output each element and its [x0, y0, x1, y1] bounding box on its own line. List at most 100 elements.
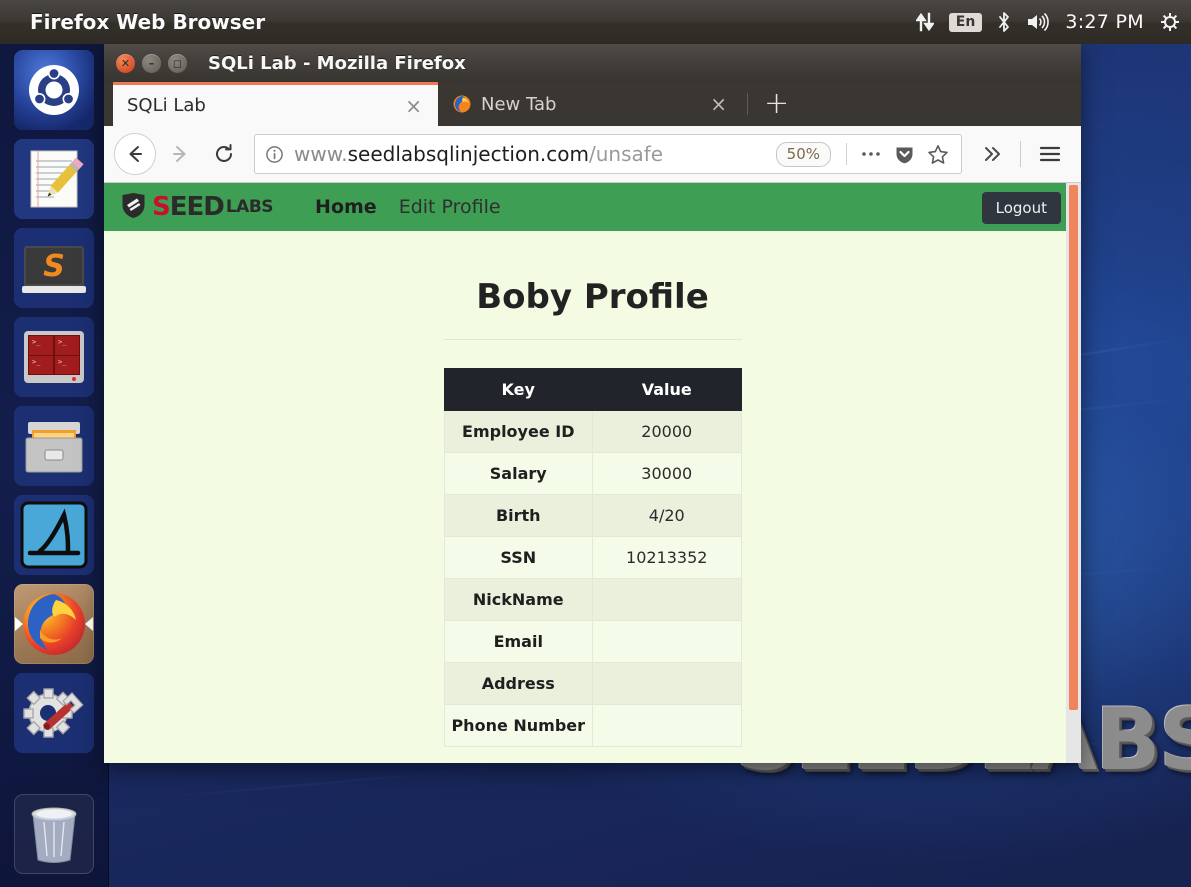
bookmark-star-icon[interactable] — [921, 144, 955, 165]
row-value — [592, 620, 742, 663]
table-header-row: Key Value — [443, 368, 742, 411]
title-divider — [443, 339, 742, 340]
window-title: SQLi Lab - Mozilla Firefox — [208, 52, 466, 74]
scrollbar-thumb[interactable] — [1069, 185, 1078, 710]
dock-item-trash[interactable] — [14, 794, 94, 874]
table-row: Email — [443, 620, 742, 663]
browser-tabbar: SQLi Lab × New Tab × + — [104, 82, 1081, 126]
unity-launcher-dock: S >_ >_ >_ >_ — [0, 44, 109, 887]
bluetooth-icon[interactable] — [997, 11, 1011, 33]
dock-item-wireshark[interactable] — [14, 495, 94, 575]
panel-app-name[interactable]: Firefox Web Browser — [30, 10, 265, 34]
hamburger-menu-button[interactable] — [1029, 144, 1071, 164]
row-key: NickName — [443, 578, 593, 621]
row-key: Address — [443, 662, 593, 705]
dock-item-file-manager[interactable] — [14, 406, 94, 486]
profile-table-head: Key Value — [443, 368, 742, 411]
dock-item-terminal[interactable]: >_ >_ >_ >_ — [14, 317, 94, 397]
pocket-shield-icon[interactable] — [888, 144, 921, 165]
gear-wrench-icon — [14, 673, 94, 753]
page-title: Boby Profile — [476, 277, 709, 317]
ubuntu-logo-icon — [14, 50, 94, 130]
row-value: 20000 — [592, 410, 742, 453]
file-cabinet-icon — [14, 406, 94, 486]
svg-text:>_: >_ — [58, 338, 67, 346]
tab-label: SQLi Lab — [127, 95, 206, 116]
desktop-screen: SEEDLABS Firefox Web Browser En — [0, 0, 1191, 887]
seed-logo-text: SEED — [152, 192, 225, 222]
url-bar[interactable]: www.seedlabsqlinjection.com/unsafe 50% — [254, 134, 962, 174]
network-icon[interactable] — [915, 12, 934, 32]
table-row: Salary 30000 — [443, 452, 742, 495]
keyboard-layout-indicator[interactable]: En — [948, 12, 983, 32]
row-key: Salary — [443, 452, 593, 495]
row-key: Employee ID — [443, 410, 593, 453]
nav-link-edit-profile[interactable]: Edit Profile — [399, 196, 501, 218]
seed-shield-icon — [120, 192, 147, 223]
url-host: seedlabsqlinjection.com — [347, 142, 589, 166]
page-scrollbar[interactable] — [1066, 183, 1081, 763]
tab-close-icon[interactable]: × — [704, 94, 733, 114]
zoom-level-badge[interactable]: 50% — [775, 141, 831, 167]
row-value: 4/20 — [592, 494, 742, 537]
url-text[interactable]: www.seedlabsqlinjection.com/unsafe — [294, 142, 768, 166]
seed-letters-eed: EED — [169, 192, 225, 222]
toolbar-divider — [1020, 141, 1021, 167]
session-menu-icon[interactable] — [1159, 11, 1181, 33]
tab-sqli-lab[interactable]: SQLi Lab × — [113, 82, 438, 126]
page-viewport: SEED LABS Home Edit Profile Logout Boby … — [104, 183, 1081, 763]
dock-item-system-settings[interactable] — [14, 673, 94, 753]
dock-item-ubuntu-dash[interactable] — [14, 50, 94, 130]
row-value — [592, 578, 742, 621]
table-row: Employee ID 20000 — [443, 410, 742, 453]
row-value: 10213352 — [592, 536, 742, 579]
row-key: Phone Number — [443, 704, 593, 747]
window-close-button[interactable]: ✕ — [116, 53, 135, 73]
browser-navigation-toolbar: www.seedlabsqlinjection.com/unsafe 50% — [104, 126, 1081, 183]
url-prefix: www. — [294, 142, 348, 166]
row-value — [592, 704, 742, 747]
shark-fin-icon — [14, 495, 94, 575]
dock-item-firefox[interactable] — [14, 584, 94, 664]
system-tray: En 3:27 PM — [915, 11, 1191, 33]
site-navbar: SEED LABS Home Edit Profile Logout — [104, 183, 1081, 231]
sublime-s-icon: S — [14, 228, 94, 308]
seed-letter-s: S — [152, 192, 171, 222]
firefox-icon — [23, 593, 85, 655]
page-actions-ellipsis-icon[interactable] — [854, 150, 888, 158]
nav-link-home[interactable]: Home — [315, 196, 377, 218]
reload-button[interactable] — [204, 134, 244, 174]
firefox-favicon-icon — [452, 94, 472, 114]
site-nav-links: Home Edit Profile — [315, 196, 501, 218]
svg-text:>_: >_ — [58, 358, 67, 366]
back-button[interactable] — [114, 133, 156, 175]
tab-close-icon[interactable]: × — [399, 96, 428, 116]
overflow-menu-button[interactable] — [972, 144, 1012, 164]
new-tab-button[interactable]: + — [752, 89, 801, 119]
svg-text:S: S — [43, 249, 65, 284]
table-row: SSN 10213352 — [443, 536, 742, 579]
forward-button[interactable] — [160, 134, 200, 174]
window-minimize-button[interactable]: – — [142, 53, 161, 73]
seedlabs-logo[interactable]: SEED LABS — [120, 192, 274, 223]
table-row: Address — [443, 662, 742, 705]
volume-icon[interactable] — [1026, 12, 1050, 32]
unity-top-panel: Firefox Web Browser En 3:27 PM — [0, 0, 1191, 44]
table-row: Birth 4/20 — [443, 494, 742, 537]
labs-text: LABS — [225, 197, 274, 217]
row-value — [592, 662, 742, 705]
trash-bin-icon — [31, 807, 77, 863]
dock-item-text-editor[interactable] — [14, 139, 94, 219]
firefox-window: ✕ – ◻ SQLi Lab - Mozilla Firefox SQLi La… — [104, 44, 1081, 763]
svg-text:>_: >_ — [32, 338, 41, 346]
logout-button[interactable]: Logout — [981, 192, 1061, 224]
profile-table-body: Employee ID 20000 Salary 30000 Birth 4/2… — [443, 410, 742, 747]
tab-new-tab[interactable]: New Tab × — [438, 82, 743, 126]
row-key: SSN — [443, 536, 593, 579]
info-circle-icon[interactable] — [265, 145, 284, 164]
window-maximize-button[interactable]: ◻ — [168, 53, 187, 73]
panel-clock[interactable]: 3:27 PM — [1065, 11, 1144, 33]
tab-label: New Tab — [481, 93, 557, 115]
table-row: NickName — [443, 578, 742, 621]
dock-item-sublime-text[interactable]: S — [14, 228, 94, 308]
